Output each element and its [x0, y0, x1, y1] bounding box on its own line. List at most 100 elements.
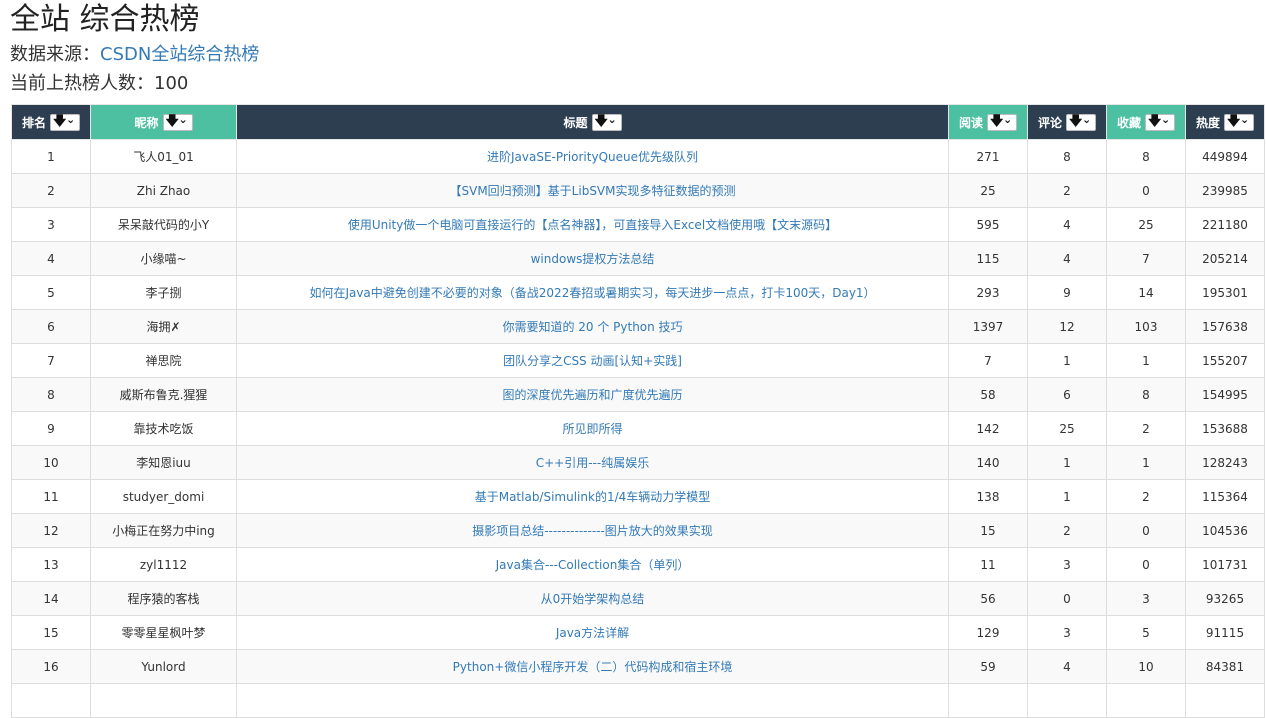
cell-rank: 14 [11, 581, 91, 616]
cell-heat: 91115 [1185, 615, 1265, 650]
table-row: 8 威斯布鲁克.猩猩 图的深度优先遍历和广度优先遍历 58 6 8 154995 [11, 377, 1265, 412]
cell-title[interactable]: 从0开始学架构总结 [236, 581, 949, 616]
cell-read: 271 [948, 139, 1028, 174]
cell-title[interactable]: Java方法详解 [236, 615, 949, 650]
cell-read: 1397 [948, 309, 1028, 344]
cell-heat: 205214 [1185, 241, 1265, 276]
table-row: 1 飞人01_01 进阶JavaSE-PriorityQueue优先级队列 271 8 8… [11, 139, 1265, 174]
table-row: 7 禅思院 团队分享之CSS 动画[认知+实践] 7 1 1 155207 [11, 343, 1265, 378]
cell-name: 小缘喵~ [90, 241, 237, 276]
cell-rank: 3 [11, 207, 91, 242]
cell-title[interactable]: 团队分享之CSS 动画[认知+实践] [236, 343, 949, 378]
cell-heat: 101731 [1185, 547, 1265, 582]
cell-heat: 93265 [1185, 581, 1265, 616]
sort-icon[interactable]: 🡇 ⌄ [1145, 113, 1175, 131]
sort-icon[interactable]: 🡇 ⌄ [50, 113, 80, 131]
sort-icon[interactable]: 🡇 ⌄ [162, 113, 193, 131]
hot-rank-table: 排名 🡇 ⌄ 昵称 🡇 ⌄ 标题 🡇 ⌄ 阅读 🡇 ⌄ 评论 🡇 ⌄ 收藏 🡇 ⌄ 热度 🡇 ⌄ 1 飞人01… [11, 104, 1265, 718]
cell-read: 25 [948, 173, 1028, 208]
cell-rank: 6 [11, 309, 91, 344]
cell-heat: 195301 [1185, 275, 1265, 310]
table-row: 15 零零星星枫叶梦 Java方法详解 129 3 5 91115 [11, 615, 1265, 650]
cell-name: 呆呆敲代码的小Y [90, 207, 237, 242]
cell-comment: 2 [1027, 513, 1107, 548]
cell-heat: 155207 [1185, 343, 1265, 378]
sort-icon[interactable]: 🡇 ⌄ [591, 113, 622, 131]
cell-fav: 1 [1106, 343, 1186, 378]
cell-title[interactable]: 你需要知道的 20 个 Python 技巧 [236, 309, 949, 344]
cell-title[interactable]: 图的深度优先遍历和广度优先遍历 [236, 377, 949, 412]
table-row: 11 studyer_domi 基于Matlab/Simulink的1/4车辆动力学… [11, 479, 1265, 514]
cell-title[interactable]: 摄影项目总结--------------图片放大的效果实现 [236, 513, 949, 548]
source-link[interactable]: CSDN全站综合热榜 [100, 44, 259, 65]
cell-rank: 2 [11, 173, 91, 208]
sort-icon[interactable]: 🡇 ⌄ [987, 113, 1017, 131]
table-row: 9 靠技术吃饭 所见即所得 142 25 2 153688 [11, 411, 1265, 446]
table-row: 12 小梅正在努力中ing 摄影项目总结--------------图片放大的效果实… [11, 513, 1265, 548]
cell-title[interactable]: 如何在Java中避免创建不必要的对象（备战2022春招或暑期实习，每天进步一点点… [236, 275, 949, 310]
cell-rank: 13 [11, 547, 91, 582]
cell-heat: 154995 [1185, 377, 1265, 412]
cell-read: 11 [948, 547, 1028, 582]
cell-rank: 8 [11, 377, 91, 412]
header-favorite[interactable]: 收藏 🡇 ⌄ [1106, 104, 1186, 140]
cell-title[interactable]: 所见即所得 [236, 411, 949, 446]
cell-comment: 6 [1027, 377, 1107, 412]
cell-name: 飞人01_01 [90, 139, 237, 174]
cell-read: 142 [948, 411, 1028, 446]
header-read[interactable]: 阅读 🡇 ⌄ [948, 104, 1028, 140]
cell-title[interactable]: C++引用---纯属娱乐 [236, 445, 949, 480]
cell-name: 靠技术吃饭 [90, 411, 237, 446]
cell-comment: 4 [1027, 207, 1107, 242]
cell-fav: 2 [1106, 479, 1186, 514]
cell-fav: 7 [1106, 241, 1186, 276]
cell-name: 李子捌 [90, 275, 237, 310]
cell-name: 程序猿的客栈 [90, 581, 237, 616]
header-label: 昵称 [134, 115, 159, 130]
cell-fav: 0 [1106, 173, 1186, 208]
header-nickname[interactable]: 昵称 🡇 ⌄ [90, 104, 237, 140]
cell-comment: 4 [1027, 649, 1107, 684]
cell-comment: 8 [1027, 139, 1107, 174]
source-prefix: 数据来源： [10, 44, 100, 65]
cell-title[interactable]: Java集合---Collection集合（单列） [236, 547, 949, 582]
cell-comment: 12 [1027, 309, 1107, 344]
sort-icon[interactable]: 🡇 ⌄ [1066, 113, 1096, 131]
cell-name: 小梅正在努力中ing [90, 513, 237, 548]
cell-read: 115 [948, 241, 1028, 276]
header-title[interactable]: 标题 🡇 ⌄ [236, 104, 949, 140]
cell-title[interactable]: 使用Unity做一个电脑可直接运行的【点名神器】，可直接导入Excel文档使用哦… [236, 207, 949, 242]
table-row: 14 程序猿的客栈 从0开始学架构总结 56 0 3 93265 [11, 581, 1265, 616]
cell-heat: 115364 [1185, 479, 1265, 514]
cell-rank: 4 [11, 241, 91, 276]
cell-comment: 1 [1027, 445, 1107, 480]
header-rank[interactable]: 排名 🡇 ⌄ [11, 104, 91, 140]
cell-title[interactable]: Python+微信小程序开发（二）代码构成和宿主环境 [236, 649, 949, 684]
cell-title[interactable]: 【SVM回归预测】基于LibSVM实现多特征数据的预测 [236, 173, 949, 208]
table-row: 5 李子捌 如何在Java中避免创建不必要的对象（备战2022春招或暑期实习，每天进… [11, 275, 1265, 310]
cell-heat: 128243 [1185, 445, 1265, 480]
cell-title[interactable]: windows提权方法总结 [236, 241, 949, 276]
header-heat[interactable]: 热度 🡇 ⌄ [1185, 104, 1265, 140]
cell-title[interactable]: 基于Matlab/Simulink的1/4车辆动力学模型 [236, 479, 949, 514]
cell-heat: 104536 [1185, 513, 1265, 548]
cell-name: 海拥✗ [90, 309, 237, 344]
header-label: 阅读 [958, 115, 983, 130]
cell-rank: 9 [11, 411, 91, 446]
cell-read: 140 [948, 445, 1028, 480]
cell-fav: 5 [1106, 615, 1186, 650]
cell-rank: 11 [11, 479, 91, 514]
cell-heat: 449894 [1185, 139, 1265, 174]
sort-icon[interactable]: 🡇 ⌄ [1224, 113, 1254, 131]
cell-title[interactable]: 进阶JavaSE-PriorityQueue优先级队列 [236, 139, 949, 174]
cell-rank: 16 [11, 649, 91, 684]
cell-comment: 25 [1027, 411, 1107, 446]
cell-fav: 8 [1106, 377, 1186, 412]
cell-fav: 8 [1106, 139, 1186, 174]
cell-read: 58 [948, 377, 1028, 412]
header-comment[interactable]: 评论 🡇 ⌄ [1027, 104, 1107, 140]
cell-rank: 7 [11, 343, 91, 378]
table-row: 10 李知恩iuu C++引用---纯属娱乐 140 1 1 128243 [11, 445, 1265, 480]
cell-fav: 2 [1106, 411, 1186, 446]
cell-read: 293 [948, 275, 1028, 310]
